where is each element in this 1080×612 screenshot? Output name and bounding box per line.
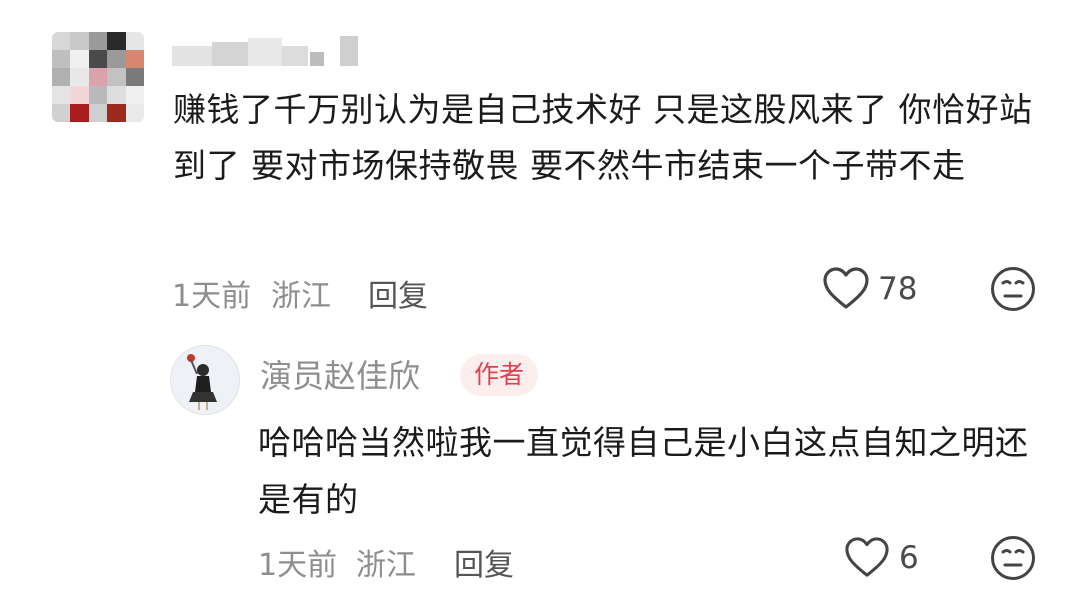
reply-text: 哈哈哈当然啦我一直觉得自己是小白这点自知之明还是有的: [258, 423, 1029, 519]
neutral-face-icon[interactable]: [990, 535, 1036, 581]
reply-location: 浙江: [356, 548, 416, 583]
reply-like-count: 6: [899, 540, 919, 576]
heart-outline-icon[interactable]: [822, 266, 870, 312]
comment-text: 赚钱了千万别认为是自己技术好 只是这股风来了 你恰好站到了 要对市场保持敬畏 要…: [173, 90, 1033, 185]
reply-time: 1天前: [258, 548, 338, 583]
comment-like-count: 78: [878, 271, 918, 307]
blurred-username-icon[interactable]: [172, 34, 362, 72]
comment-reply-button[interactable]: 回复: [368, 271, 428, 315]
user-photo-avatar-icon[interactable]: [170, 345, 240, 415]
author-badge: 作者: [460, 354, 539, 396]
reply-username[interactable]: 演员赵佳欣: [260, 351, 420, 397]
neutral-face-icon[interactable]: [990, 266, 1036, 312]
heart-outline-icon[interactable]: [844, 536, 890, 580]
comment-time: 1天前: [172, 279, 252, 314]
reply-reply-button[interactable]: 回复: [454, 540, 514, 584]
pixelated-avatar-icon[interactable]: [52, 32, 144, 122]
comment-location: 浙江: [271, 279, 331, 314]
